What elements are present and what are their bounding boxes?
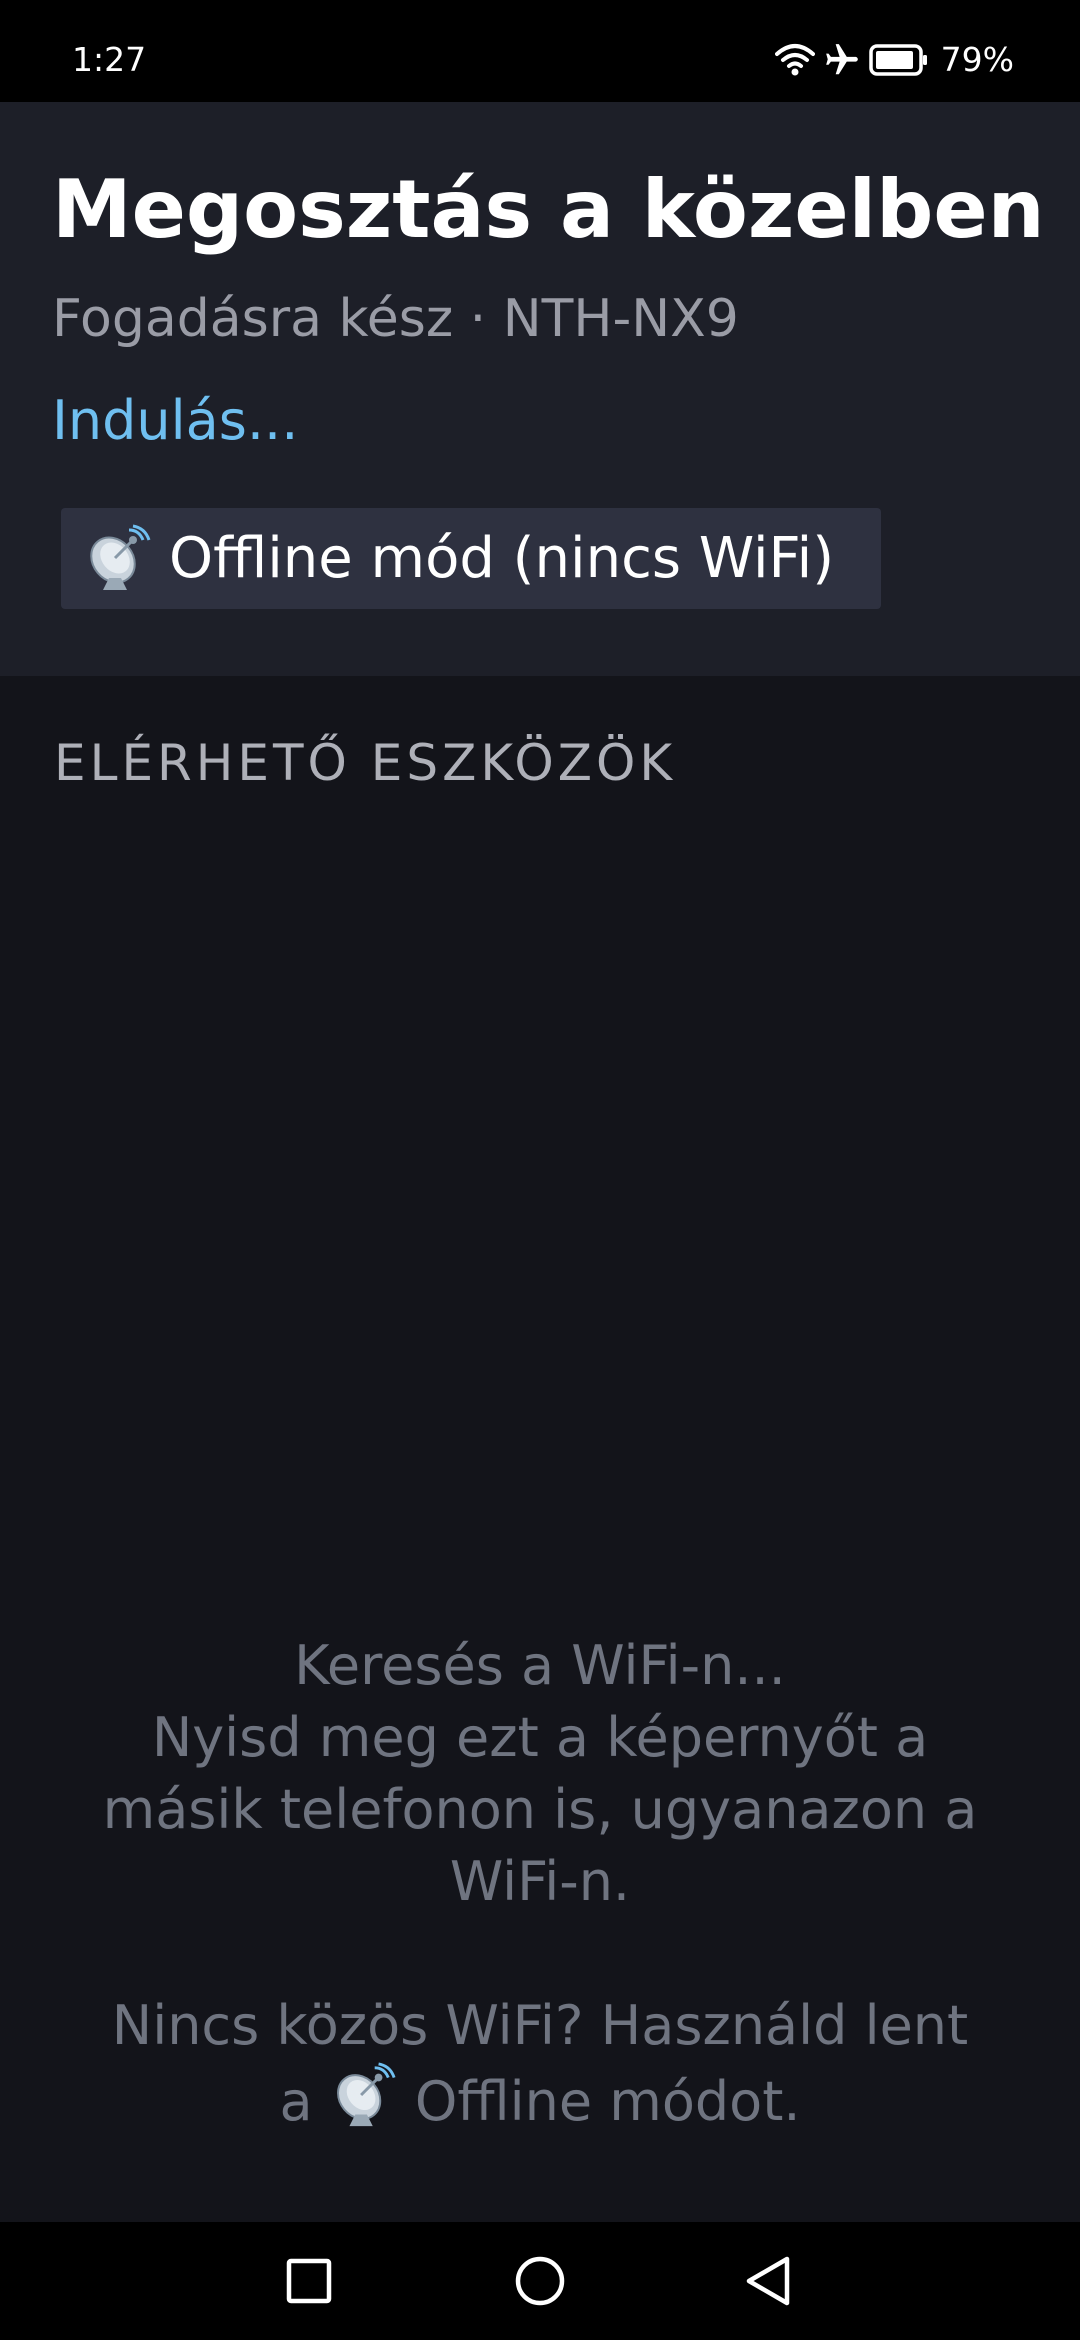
empty-state-line: Nyisd meg ezt a képernyőt a bbox=[151, 1706, 929, 1769]
battery-percentage: 79% bbox=[940, 40, 1014, 79]
navigation-bar bbox=[0, 2222, 1080, 2340]
device-status-subtitle: Fogadásra kész · NTH-NX9 bbox=[52, 289, 739, 349]
satellite-dish-icon bbox=[83, 524, 153, 594]
wifi-icon bbox=[774, 42, 815, 78]
satellite-dish-icon bbox=[330, 2062, 398, 2130]
back-triangle-icon bbox=[746, 2256, 790, 2306]
empty-state-text: Offline módot. bbox=[414, 2070, 801, 2133]
battery-icon bbox=[868, 43, 929, 77]
status-time: 1:27 bbox=[72, 40, 147, 79]
home-button[interactable] bbox=[507, 2248, 573, 2314]
status-icons: 79% bbox=[774, 38, 1014, 82]
connection-status: Indulás... bbox=[52, 389, 299, 452]
square-icon bbox=[286, 2258, 332, 2304]
empty-state-line: Keresés a WiFi-n... bbox=[294, 1634, 786, 1697]
empty-state-line: Nincs közös WiFi? Használd lent bbox=[111, 1994, 969, 2057]
empty-state-line: másik telefonon is, ugyanazon a bbox=[102, 1778, 978, 1841]
nearby-share-screen: 1:27 79% Megosztás a közelben Fogadásra … bbox=[0, 0, 1080, 2340]
empty-state-line: a Offline módot. bbox=[40, 2062, 1040, 2138]
circle-icon bbox=[515, 2256, 565, 2306]
page-title: Megosztás a közelben bbox=[52, 163, 1045, 256]
available-devices-header: ELÉRHETŐ ESZKÖZÖK bbox=[54, 734, 677, 792]
status-bar: 1:27 79% bbox=[0, 0, 1080, 102]
empty-state-message: Keresés a WiFi-n... Nyisd meg ezt a képe… bbox=[40, 1630, 1040, 2138]
empty-state-text: a bbox=[279, 2070, 313, 2133]
back-button[interactable] bbox=[735, 2248, 801, 2314]
airplane-mode-icon bbox=[823, 41, 861, 79]
offline-mode-label: Offline mód (nincs WiFi) bbox=[169, 526, 835, 591]
empty-state-line: WiFi-n. bbox=[449, 1850, 631, 1913]
offline-mode-button[interactable]: Offline mód (nincs WiFi) bbox=[61, 508, 881, 609]
recents-button[interactable] bbox=[276, 2248, 342, 2314]
